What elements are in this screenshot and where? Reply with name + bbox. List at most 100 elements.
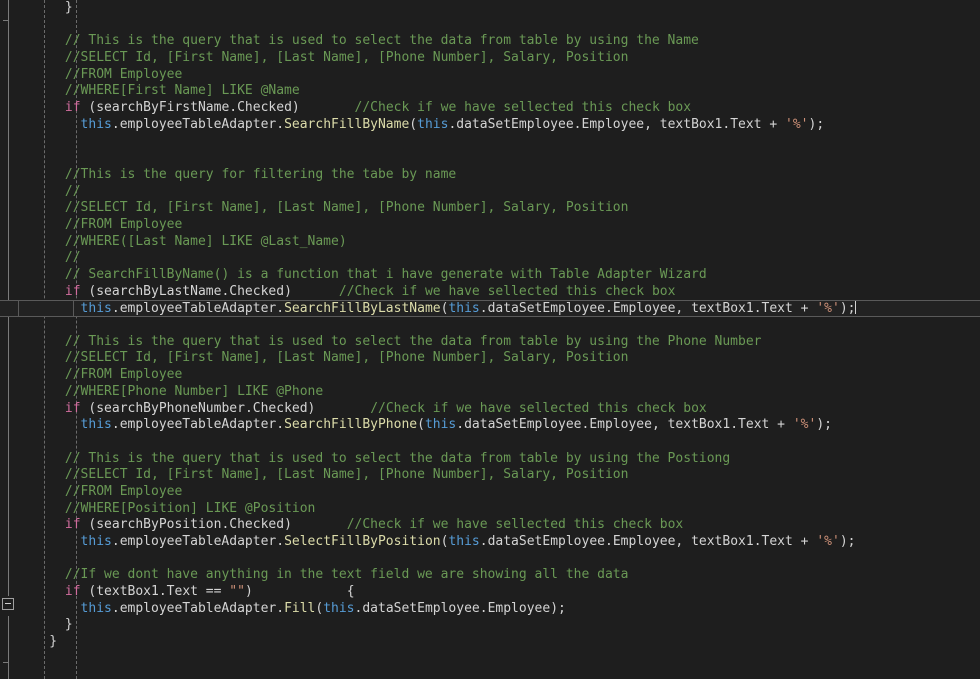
code-line[interactable]: if (textBox1.Text == "") {: [0, 584, 980, 601]
code-line[interactable]: }: [0, 634, 980, 651]
token-pn: .: [479, 301, 488, 317]
text-caret: [855, 301, 857, 315]
code-line[interactable]: //This is the query for filtering the ta…: [0, 167, 980, 184]
code-line[interactable]: if (searchByPosition.Checked) //Check if…: [0, 517, 980, 534]
code-line-content: //FROM Employee: [18, 484, 182, 499]
token-id: [292, 517, 347, 532]
code-line[interactable]: //FROM Employee: [0, 367, 980, 384]
token-id: Checked): [229, 517, 292, 533]
token-cmt: //If we dont have anything in the text f…: [64, 567, 629, 583]
code-line[interactable]: // This is the query that is used to sel…: [0, 33, 980, 50]
token-kw: if: [64, 283, 81, 299]
code-line[interactable]: //FROM Employee: [0, 217, 980, 234]
token-pn: .: [244, 400, 253, 416]
code-line[interactable]: this.employeeTableAdapter.SelectFillByPo…: [0, 534, 980, 551]
token-id: employeeTableAdapter: [119, 301, 277, 317]
token-id: Checked): [252, 400, 316, 416]
token-this: this: [80, 417, 112, 433]
token-pn: .: [753, 534, 762, 549]
token-cmt: //FROM Employee: [64, 483, 183, 499]
token-pn: .: [276, 116, 285, 132]
code-line-content: if (searchByPhoneNumber.Checked) //Check…: [18, 401, 707, 416]
token-this: this: [323, 600, 355, 616]
token-pn: );: [816, 417, 832, 433]
token-id: Text +: [738, 417, 793, 433]
code-line[interactable]: //WHERE[First Name] LIKE @Name: [0, 83, 980, 100]
code-line-content: //If we dont have anything in the text f…: [18, 567, 629, 583]
code-line-current[interactable]: this.employeeTableAdapter.SearchFillByLa…: [0, 300, 980, 318]
token-pn: .: [111, 301, 120, 317]
token-br: {: [346, 584, 355, 600]
code-line[interactable]: [0, 150, 980, 167]
code-line-content: if (searchByLastName.Checked) //Check if…: [18, 283, 676, 299]
code-line[interactable]: //WHERE[Position] LIKE @Position: [0, 501, 980, 518]
code-line[interactable]: // This is the query that is used to sel…: [0, 334, 980, 351]
code-line[interactable]: //FROM Employee: [0, 67, 980, 84]
token-pn: );: [839, 301, 856, 317]
token-id: [315, 401, 370, 416]
code-line-content: //SELECT Id, [First Name], [Last Name], …: [18, 467, 629, 483]
code-text-area[interactable]: } // This is the query that is used to se…: [0, 0, 980, 679]
code-line[interactable]: [0, 434, 980, 451]
code-line-content: }: [18, 0, 73, 15]
token-str: '%': [785, 116, 809, 132]
token-id: (searchByPhoneNumber: [80, 400, 245, 416]
code-editor[interactable]: } // This is the query that is used to se…: [0, 0, 980, 679]
code-line[interactable]: //FROM Employee: [0, 484, 980, 501]
code-line[interactable]: //: [0, 184, 980, 201]
token-cmt: // This is the query that is used to sel…: [64, 450, 731, 466]
token-pn: .: [111, 600, 120, 616]
code-line[interactable]: //WHERE[Phone Number] LIKE @Phone: [0, 384, 980, 401]
code-line[interactable]: //SELECT Id, [First Name], [Last Name], …: [0, 350, 980, 367]
token-pn: .: [456, 417, 465, 433]
code-line[interactable]: this.employeeTableAdapter.SearchFillByNa…: [0, 117, 980, 134]
token-pn: .: [730, 417, 739, 433]
code-line-content: this.employeeTableAdapter.SearchFillByPh…: [18, 417, 832, 432]
code-line[interactable]: //SELECT Id, [First Name], [Last Name], …: [0, 467, 980, 484]
code-line[interactable]: //SELECT Id, [First Name], [Last Name], …: [0, 200, 980, 217]
code-line-content: //SELECT Id, [First Name], [Last Name], …: [18, 200, 629, 216]
token-id: dataSetEmployee: [487, 301, 605, 317]
token-pn: (: [417, 417, 425, 433]
token-cmt: //Check if we have sellected this check …: [370, 400, 707, 416]
code-line[interactable]: this.employeeTableAdapter.Fill(this.data…: [0, 601, 980, 618]
code-line[interactable]: [0, 651, 980, 668]
token-cmt: //WHERE[Position] LIKE @Position: [64, 500, 316, 516]
code-line[interactable]: [0, 17, 980, 34]
token-id: Checked): [229, 283, 292, 299]
token-pn: .: [276, 534, 285, 549]
code-line-content: //WHERE[Position] LIKE @Position: [18, 501, 315, 516]
code-line[interactable]: //If we dont have anything in the text f…: [0, 567, 980, 584]
code-line[interactable]: [0, 134, 980, 151]
code-line[interactable]: if (searchByLastName.Checked) //Check if…: [0, 284, 980, 301]
token-id: employeeTableAdapter: [119, 116, 277, 132]
code-line[interactable]: //SELECT Id, [First Name], [Last Name], …: [0, 50, 980, 67]
code-line-content: //SELECT Id, [First Name], [Last Name], …: [18, 50, 629, 65]
code-line-content: if (textBox1.Text == "") {: [18, 584, 355, 599]
code-line[interactable]: // This is the query that is used to sel…: [0, 451, 980, 468]
code-line-content: //WHERE([Last Name] LIKE @Last_Name): [18, 234, 347, 249]
code-line[interactable]: [0, 317, 980, 334]
code-line[interactable]: //WHERE([Last Name] LIKE @Last_Name): [0, 234, 980, 251]
token-pn: );: [808, 116, 825, 132]
code-line[interactable]: }: [0, 617, 980, 634]
token-id: [292, 284, 339, 299]
code-line[interactable]: }: [0, 0, 980, 17]
code-line[interactable]: if (searchByPhoneNumber.Checked) //Check…: [0, 401, 980, 418]
token-cmt: //SELECT Id, [First Name], [Last Name], …: [64, 200, 629, 216]
token-cmt: //SELECT Id, [First Name], [Last Name], …: [64, 467, 629, 483]
token-this: this: [424, 417, 457, 433]
token-id: Text +: [761, 301, 817, 317]
code-line[interactable]: //: [0, 250, 980, 267]
code-line[interactable]: this.employeeTableAdapter.SearchFillByPh…: [0, 417, 980, 434]
token-fn: SearchFillByName: [284, 116, 410, 132]
token-br: }: [64, 617, 73, 633]
code-line-content: //SELECT Id, [First Name], [Last Name], …: [18, 350, 629, 365]
code-line[interactable]: // SearchFillByName() is a function that…: [0, 267, 980, 284]
token-pn: .: [111, 116, 120, 132]
token-this: this: [80, 534, 112, 549]
code-line[interactable]: if (searchByFirstName.Checked) //Check i…: [0, 100, 980, 117]
code-line-content: }: [18, 634, 57, 649]
code-line[interactable]: [0, 551, 980, 568]
token-id: dataSetEmployee: [487, 534, 605, 549]
